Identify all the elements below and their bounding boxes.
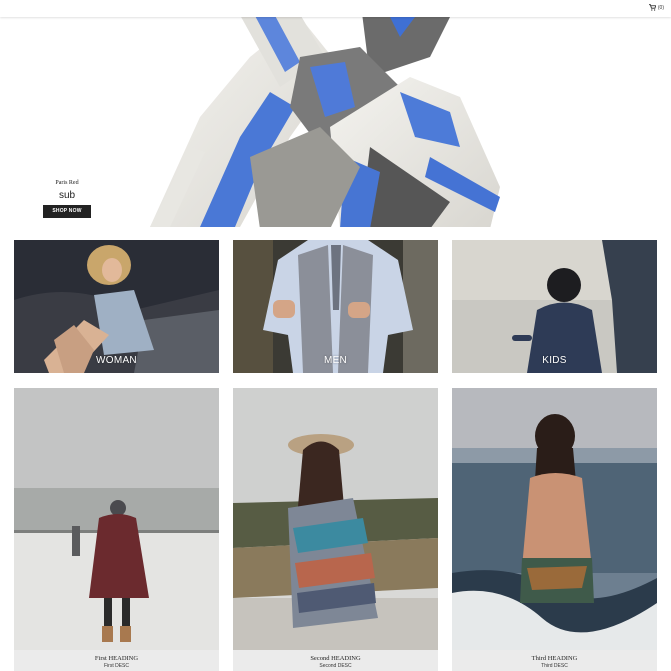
feature-description: Third DESC (541, 663, 568, 669)
hero-text-block: Paris Red sub SHOP NOW (43, 180, 91, 218)
third-feature-image (452, 388, 657, 650)
top-nav-bar: (0) (0, 0, 671, 17)
men-category-image (233, 240, 438, 373)
hero-scarf-image (150, 17, 500, 227)
cart-icon (648, 4, 656, 11)
feature-card-third[interactable]: Third HEADING Third DESC (452, 388, 657, 671)
category-label-kids: KIDS (542, 355, 567, 366)
category-tile-kids[interactable]: KIDS (452, 240, 657, 373)
woman-category-image (14, 240, 219, 373)
cart-link[interactable]: (0) (648, 4, 664, 11)
shop-now-button[interactable]: SHOP NOW (43, 205, 91, 218)
cart-count: (0) (657, 4, 664, 11)
hero-banner: Paris Red sub SHOP NOW (0, 17, 671, 227)
feature-caption: Third HEADING Third DESC (452, 650, 657, 671)
first-feature-image (14, 388, 219, 650)
feature-heading: First HEADING (94, 655, 139, 662)
feature-heading: Second HEADING (310, 655, 361, 662)
feature-caption: First HEADING First DESC (14, 650, 219, 671)
category-tile-men[interactable]: MEN (233, 240, 438, 373)
category-label-woman: WOMAN (96, 355, 137, 366)
feature-description: First DESC (104, 663, 129, 669)
hero-title: Paris Red (55, 180, 79, 186)
category-label-men: MEN (323, 355, 348, 366)
feature-card-second[interactable]: Second HEADING Second DESC (233, 388, 438, 671)
feature-description: Second DESC (319, 663, 352, 669)
feature-caption: Second HEADING Second DESC (233, 650, 438, 671)
second-feature-image (233, 388, 438, 650)
feature-card-first[interactable]: First HEADING First DESC (14, 388, 219, 671)
kids-category-image (452, 240, 657, 373)
feature-heading: Third HEADING (531, 655, 578, 662)
hero-subtitle: sub (58, 190, 76, 201)
category-tile-woman[interactable]: WOMAN (14, 240, 219, 373)
